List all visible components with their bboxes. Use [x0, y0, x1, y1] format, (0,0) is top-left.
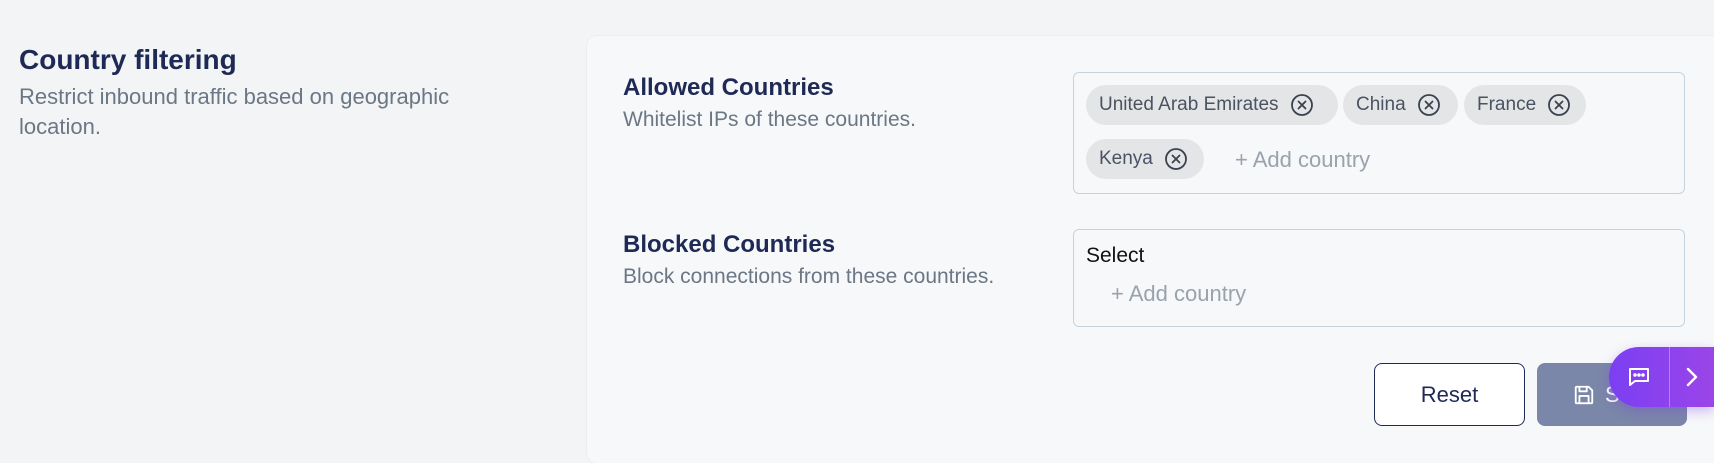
chip-label: Kenya	[1099, 148, 1153, 169]
section-description: Restrict inbound traffic based on geogra…	[19, 84, 450, 139]
close-circle-icon[interactable]	[1417, 93, 1441, 117]
close-circle-icon[interactable]	[1290, 93, 1314, 117]
select-label: Select	[1086, 244, 1145, 267]
floppy-disk-icon	[1573, 384, 1595, 406]
chip-label: United Arab Emirates	[1099, 94, 1279, 115]
blocked-countries-title: Blocked Countries	[623, 231, 836, 258]
add-country-input[interactable]: + Add country	[1111, 281, 1246, 307]
country-chip: United Arab Emirates	[1086, 85, 1338, 125]
reset-button[interactable]: Reset	[1374, 363, 1525, 426]
country-chip: France	[1464, 85, 1586, 125]
close-circle-icon[interactable]	[1164, 147, 1188, 171]
close-circle-icon[interactable]	[1547, 93, 1571, 117]
allowed-countries-description: Whitelist IPs of these countries.	[623, 108, 916, 131]
section-title: Country filtering	[19, 44, 237, 75]
chip-label: China	[1356, 94, 1406, 115]
support-widget	[1609, 347, 1714, 407]
blocked-countries-select[interactable]: Select + Add country	[1073, 229, 1685, 327]
blocked-countries-description: Block connections from these countries.	[623, 265, 995, 288]
country-chip: Kenya	[1086, 139, 1204, 179]
chip-label: France	[1477, 94, 1537, 115]
allowed-countries-title: Allowed Countries	[623, 74, 834, 101]
country-chip: China	[1343, 85, 1458, 125]
chat-bubble-icon[interactable]	[1609, 347, 1669, 407]
add-country-input[interactable]: + Add country	[1235, 147, 1370, 173]
chevron-right-icon[interactable]	[1670, 347, 1714, 407]
allowed-countries-input[interactable]: United Arab Emirates China France Kenya …	[1073, 72, 1685, 194]
